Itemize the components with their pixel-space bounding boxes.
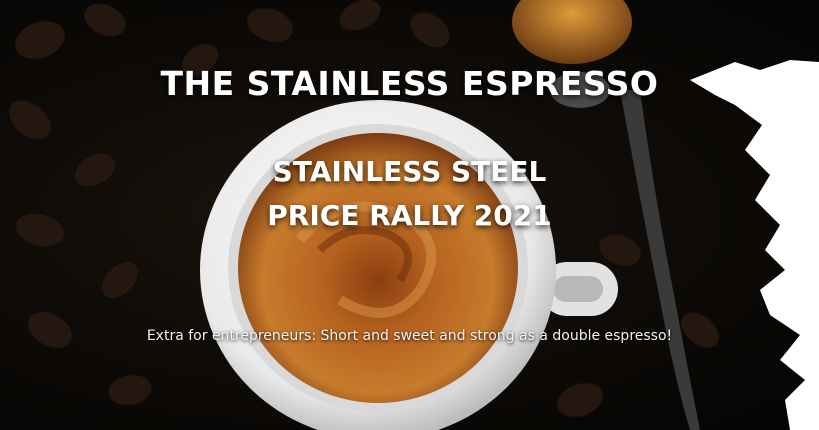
headline-line-1: STAINLESS STEEL: [272, 155, 547, 188]
text-overlay: THE STAINLESS ESPRESSO STAINLESS STEEL P…: [0, 0, 819, 430]
headline: STAINLESS STEEL PRICE RALLY 2021: [0, 150, 819, 238]
tagline: Extra for entrepreneurs: Short and sweet…: [146, 328, 673, 344]
headline-line-2: PRICE RALLY 2021: [267, 199, 552, 232]
brand-title: THE STAINLESS ESPRESSO: [160, 64, 659, 103]
hero-banner: THE STAINLESS ESPRESSO STAINLESS STEEL P…: [0, 0, 819, 430]
